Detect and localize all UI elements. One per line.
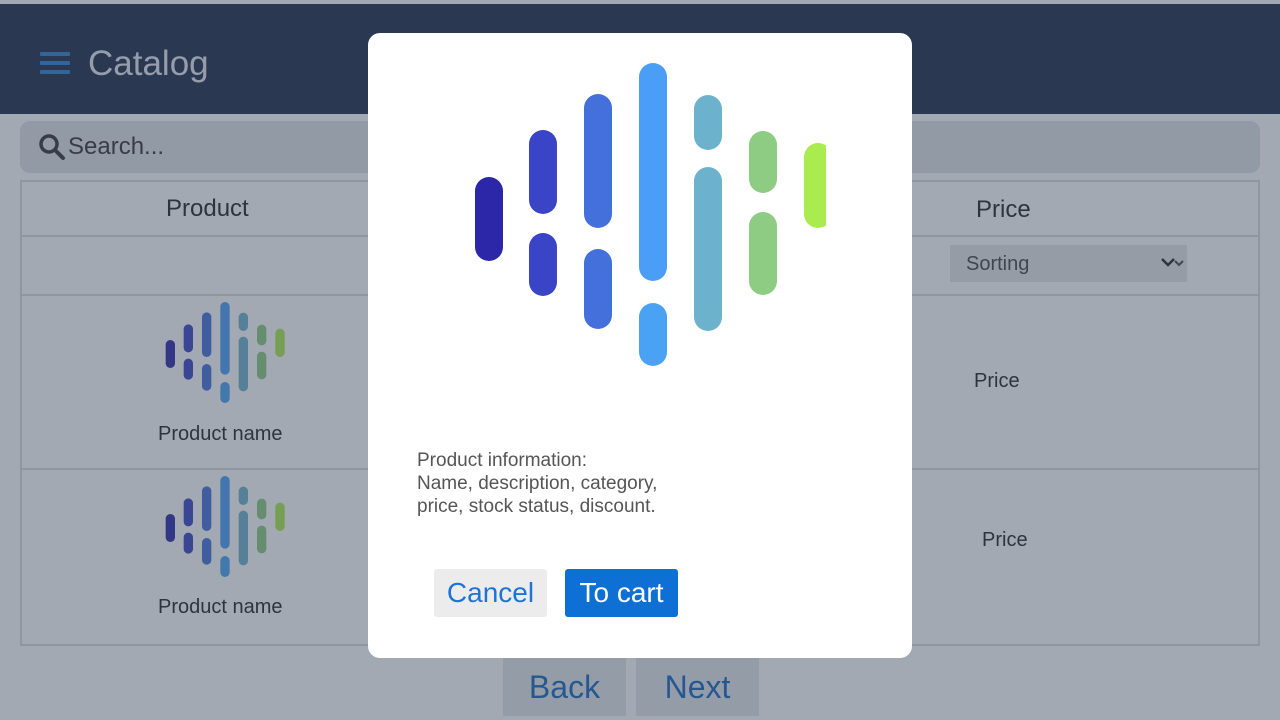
logo-bar: [694, 95, 722, 150]
logo-bar: [529, 233, 557, 296]
logo-bar: [529, 130, 557, 214]
logo-bar: [475, 177, 503, 261]
logo-bar: [749, 212, 777, 295]
logo-bar: [584, 249, 612, 329]
logo-bar: [694, 167, 722, 331]
logo-bar: [584, 94, 612, 228]
logo-bar: [749, 131, 777, 193]
product-modal: Product information: Name, description, …: [368, 33, 912, 658]
logo-bar: [639, 63, 667, 281]
product-info-line: Name, description, category,: [417, 473, 658, 494]
to-cart-button[interactable]: To cart: [565, 569, 678, 617]
logo-bar: [639, 303, 667, 366]
cancel-button[interactable]: Cancel: [434, 569, 547, 617]
product-image-large: [475, 63, 826, 366]
logo-bar: [804, 143, 826, 228]
product-info-line: price, stock status, discount.: [417, 496, 656, 517]
product-info-line: Product information:: [417, 450, 588, 471]
product-info: Product information: Name, description, …: [417, 449, 747, 518]
